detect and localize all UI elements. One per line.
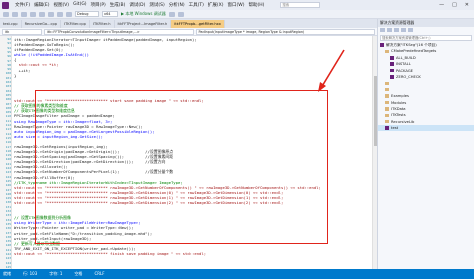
- menu-item[interactable]: 文件(F): [15, 2, 30, 8]
- sync-icon[interactable]: [387, 28, 392, 32]
- menu-item[interactable]: 项目(P): [91, 2, 106, 8]
- status-item: 字符: 1: [49, 271, 63, 276]
- folder-icon: [385, 94, 389, 98]
- status-item: 空格: [74, 271, 83, 276]
- status-item: 就绪: [3, 271, 11, 276]
- project-icon: [390, 75, 394, 79]
- tree-item-label: test: [391, 126, 399, 131]
- folder-icon: [385, 119, 389, 124]
- undo-icon[interactable]: [57, 11, 63, 17]
- tree-item-label: ITKTests: [391, 113, 406, 118]
- editor-tab[interactable]: ITKFilter.h: [90, 20, 115, 28]
- menu-item[interactable]: 工具(T): [189, 2, 204, 8]
- minimize-button[interactable]: —: [439, 2, 444, 8]
- red-arrow-annotation: [318, 49, 345, 92]
- toolbar: Debug x64 ▶ 本地 Windows 调试器: [0, 10, 474, 19]
- editor-tab[interactable]: ITKFilter.cpp: [61, 20, 90, 28]
- solution-search-input[interactable]: 搜索解决方案资源管理器(Ctrl+;): [380, 35, 472, 41]
- panel-title: 解决方案资源管理器: [378, 19, 474, 27]
- visual-studio-logo-icon: [2, 1, 9, 9]
- code-editor[interactable]: 92 93 94 95 96 97 98 99 100 101 102 103 104 105 106 107…: [0, 36, 377, 269]
- menu-item[interactable]: 帮助(H): [249, 2, 265, 8]
- folder-icon: [385, 107, 389, 111]
- folder-icon: [385, 100, 389, 105]
- attach-icon[interactable]: [177, 11, 184, 17]
- member-dropdown[interactable]: PadInput(InputImageType * image, RegionT…: [195, 29, 375, 35]
- project-icon: [385, 126, 389, 130]
- configuration-select[interactable]: Debug: [75, 11, 99, 17]
- scope-dropdown[interactable]: itk: [2, 29, 42, 35]
- refresh-icon[interactable]: [394, 28, 399, 32]
- tree-item-label: Modules: [391, 100, 407, 105]
- tree-item-label: INSTALL: [396, 62, 411, 67]
- menu-item[interactable]: 扩展(X): [208, 2, 224, 8]
- step-icon[interactable]: [168, 11, 175, 17]
- solution-explorer-panel: 解决方案资源管理器 搜索解决方案资源管理器(Ctrl+;) 解决方案"ITKSe…: [377, 19, 474, 269]
- menu-item[interactable]: 编辑(E): [34, 2, 49, 8]
- project-icon: [390, 62, 394, 66]
- start-debugging-button[interactable]: ▶ 本地 Windows 调试器: [121, 11, 166, 17]
- window-controls: — □ ✕: [439, 2, 469, 8]
- folder-icon: [385, 113, 389, 118]
- class-dropdown[interactable]: itk::FFTPropbConvolutionImageFilter<TInp…: [43, 29, 194, 35]
- maximize-button[interactable]: □: [452, 2, 457, 8]
- open-file-icon[interactable]: [30, 11, 36, 17]
- line-number-gutter: 92 93 94 95 96 97 98 99 100 101 102 103 104 105 106 107…: [0, 36, 12, 269]
- menu-bar: 文件(F) 编辑(E) 视图(V) Git(G) 项目(P) 生成(B) 调试(D) 测试(S…: [15, 2, 264, 8]
- back-icon[interactable]: [3, 11, 9, 17]
- status-item: CRLF: [94, 271, 105, 276]
- menu-item[interactable]: 分析(N): [169, 2, 185, 8]
- forward-icon[interactable]: [12, 11, 18, 17]
- tree-item-label: ZERO_CHECK: [396, 74, 421, 79]
- tree-item-label: Examples: [391, 94, 409, 99]
- menu-item[interactable]: 视图(V): [53, 2, 69, 8]
- tree-item-label: RecursiveLib: [391, 119, 415, 124]
- panel-toolbar: [378, 27, 474, 34]
- editor-tab[interactable]: itkFFTProject...ImageFilter.h: [115, 20, 172, 28]
- tree-item-label: ITKData: [391, 106, 406, 111]
- status-item: 行: 103: [23, 271, 38, 276]
- status-bar: 就绪 行: 103 字符: 1 空格 CRLF: [0, 269, 474, 279]
- folder-icon: [385, 87, 389, 92]
- home-icon[interactable]: [380, 28, 385, 32]
- save-icon[interactable]: [39, 11, 45, 17]
- tree-item-label: ALL_BUILD: [396, 55, 416, 60]
- project-icon: [390, 68, 394, 73]
- save-all-icon[interactable]: [48, 11, 54, 17]
- search-input[interactable]: 搜索: [280, 2, 321, 8]
- menu-item[interactable]: Git(G): [73, 2, 87, 8]
- tree-item-label: 解决方案"ITKSeg"(16 个项目): [386, 43, 437, 47]
- editor-tab[interactable]: itkFFTPropb...getFilter.hxx: [171, 20, 225, 28]
- editor-tab-strip: test.cpp RecursiveGa...cpp ITKFilter.cpp IT…: [0, 19, 377, 28]
- redo-icon[interactable]: [66, 11, 72, 17]
- platform-select[interactable]: x64: [102, 11, 118, 17]
- editor-tab[interactable]: test.cpp: [0, 20, 22, 28]
- collapse-all-icon[interactable]: [401, 28, 406, 32]
- tree-item[interactable]: test: [378, 125, 474, 132]
- folder-icon: [385, 81, 389, 86]
- solution-tree: 解决方案"ITKSeg"(16 个项目) CMakePredefinedTarge…: [378, 42, 474, 132]
- project-icon: [390, 56, 394, 60]
- highlight-rectangle: [35, 90, 328, 244]
- navigation-bar: itk itk::FFTPropbConvolutionImageFilter<…: [0, 28, 377, 36]
- tree-item-label: PACKAGE: [396, 68, 414, 73]
- settings-icon[interactable]: [408, 28, 413, 32]
- editor-tab[interactable]: RecursiveGa...cpp: [22, 20, 62, 28]
- menu-item[interactable]: 窗口(W): [228, 2, 245, 8]
- tree-item-label: CMakePredefinedTargets: [391, 49, 437, 54]
- project-icon: [380, 43, 384, 47]
- menu-item[interactable]: 调试(D): [129, 2, 145, 8]
- close-button[interactable]: ✕: [465, 2, 469, 8]
- menu-item[interactable]: 测试(S): [149, 2, 164, 8]
- folder-icon: [385, 49, 389, 54]
- new-file-icon[interactable]: [21, 11, 27, 17]
- title-bar: 文件(F) 编辑(E) 视图(V) Git(G) 项目(P) 生成(B) 调试(D) 测试(S…: [0, 0, 474, 10]
- menu-item[interactable]: 生成(B): [110, 2, 126, 8]
